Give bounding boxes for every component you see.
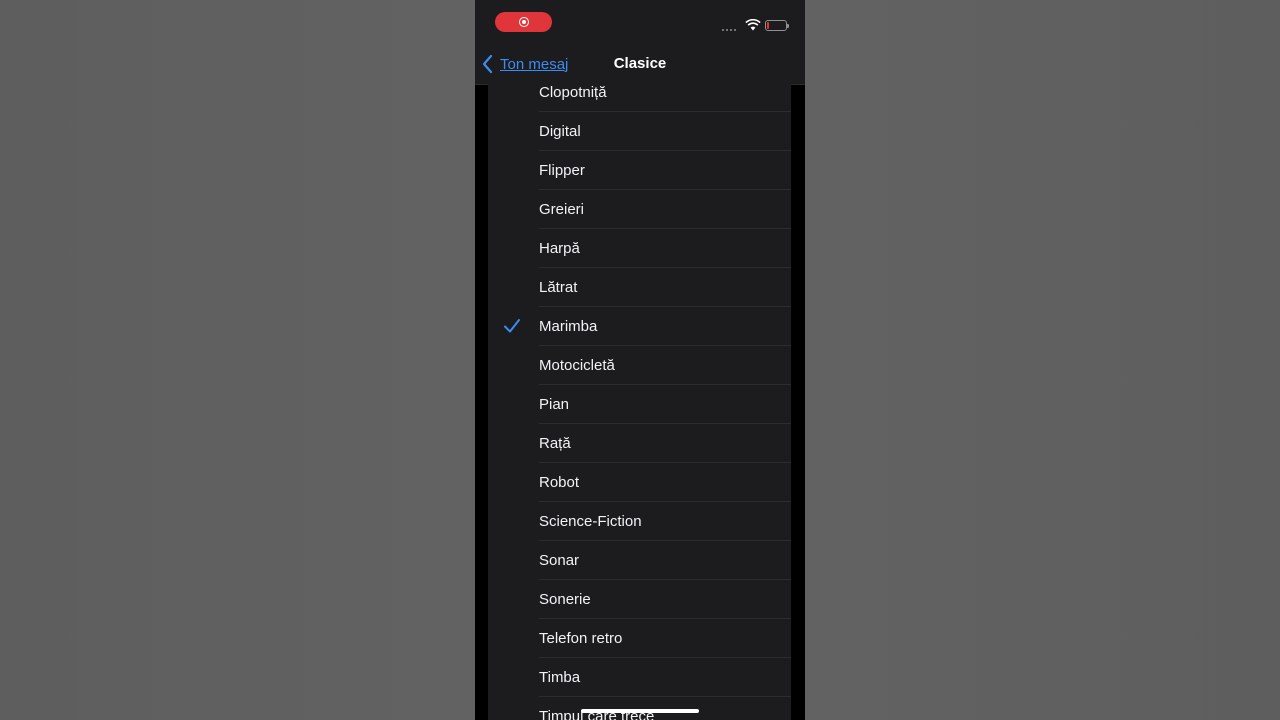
list-item[interactable]: Pian	[488, 385, 791, 424]
list-item-label: Timba	[539, 669, 581, 686]
list-item-label: Pian	[539, 396, 570, 413]
list-item-label: Motocicletă	[539, 357, 615, 374]
background-left	[0, 0, 475, 720]
list-item-label: Harpă	[539, 240, 580, 257]
home-indicator[interactable]	[581, 709, 699, 713]
list-item[interactable]: Telefon retro	[488, 619, 791, 658]
phone-screen: Ton mesaj Clasice Clopotniță Digital Flipp…	[475, 0, 805, 720]
list-item-label: Digital	[539, 123, 581, 140]
list-item[interactable]: Digital	[488, 112, 791, 151]
battery-low-icon	[765, 20, 789, 31]
list-item-label: Flipper	[539, 162, 585, 179]
checkmark-icon	[504, 319, 520, 333]
list-item[interactable]: Sonar	[488, 541, 791, 580]
list-item[interactable]: Flipper	[488, 151, 791, 190]
navigation-bar: Ton mesaj Clasice	[475, 44, 805, 85]
list-item[interactable]: Greieri	[488, 190, 791, 229]
list-item[interactable]: Harpă	[488, 229, 791, 268]
list-item[interactable]: Marimba	[488, 307, 791, 346]
list-item[interactable]: Robot	[488, 463, 791, 502]
cellular-signal-icon	[722, 29, 736, 31]
list-item-label: Sonerie	[539, 591, 591, 608]
list-item-label: Rață	[539, 435, 571, 452]
list-item[interactable]: Rață	[488, 424, 791, 463]
list-item-label: Clopotniță	[539, 84, 607, 101]
list-item[interactable]: Sonerie	[488, 580, 791, 619]
background-right	[805, 0, 1280, 720]
screen-record-icon	[518, 17, 529, 27]
list-item-label: Science-Fiction	[539, 513, 642, 530]
list-item[interactable]: Motocicletă	[488, 346, 791, 385]
list-item-label: Greieri	[539, 201, 585, 218]
list-item[interactable]: Clopotniță	[488, 84, 791, 112]
page-title: Clasice	[613, 55, 667, 72]
status-bar	[475, 0, 805, 44]
list-item-label: Sonar	[539, 552, 580, 569]
list-item-label: Marimba	[539, 318, 598, 335]
screen-record-indicator[interactable]	[495, 12, 552, 32]
list-item[interactable]: Lătrat	[488, 268, 791, 307]
list-item-label: Lătrat	[539, 279, 578, 296]
list-item[interactable]: Science-Fiction	[488, 502, 791, 541]
wifi-icon	[745, 19, 761, 31]
list-item-label: Robot	[539, 474, 580, 491]
tone-list[interactable]: Clopotniță Digital Flipper Greieri Harpă Lătr…	[488, 84, 791, 720]
list-item[interactable]: Timba	[488, 658, 791, 697]
list-item-label: Telefon retro	[539, 630, 623, 647]
